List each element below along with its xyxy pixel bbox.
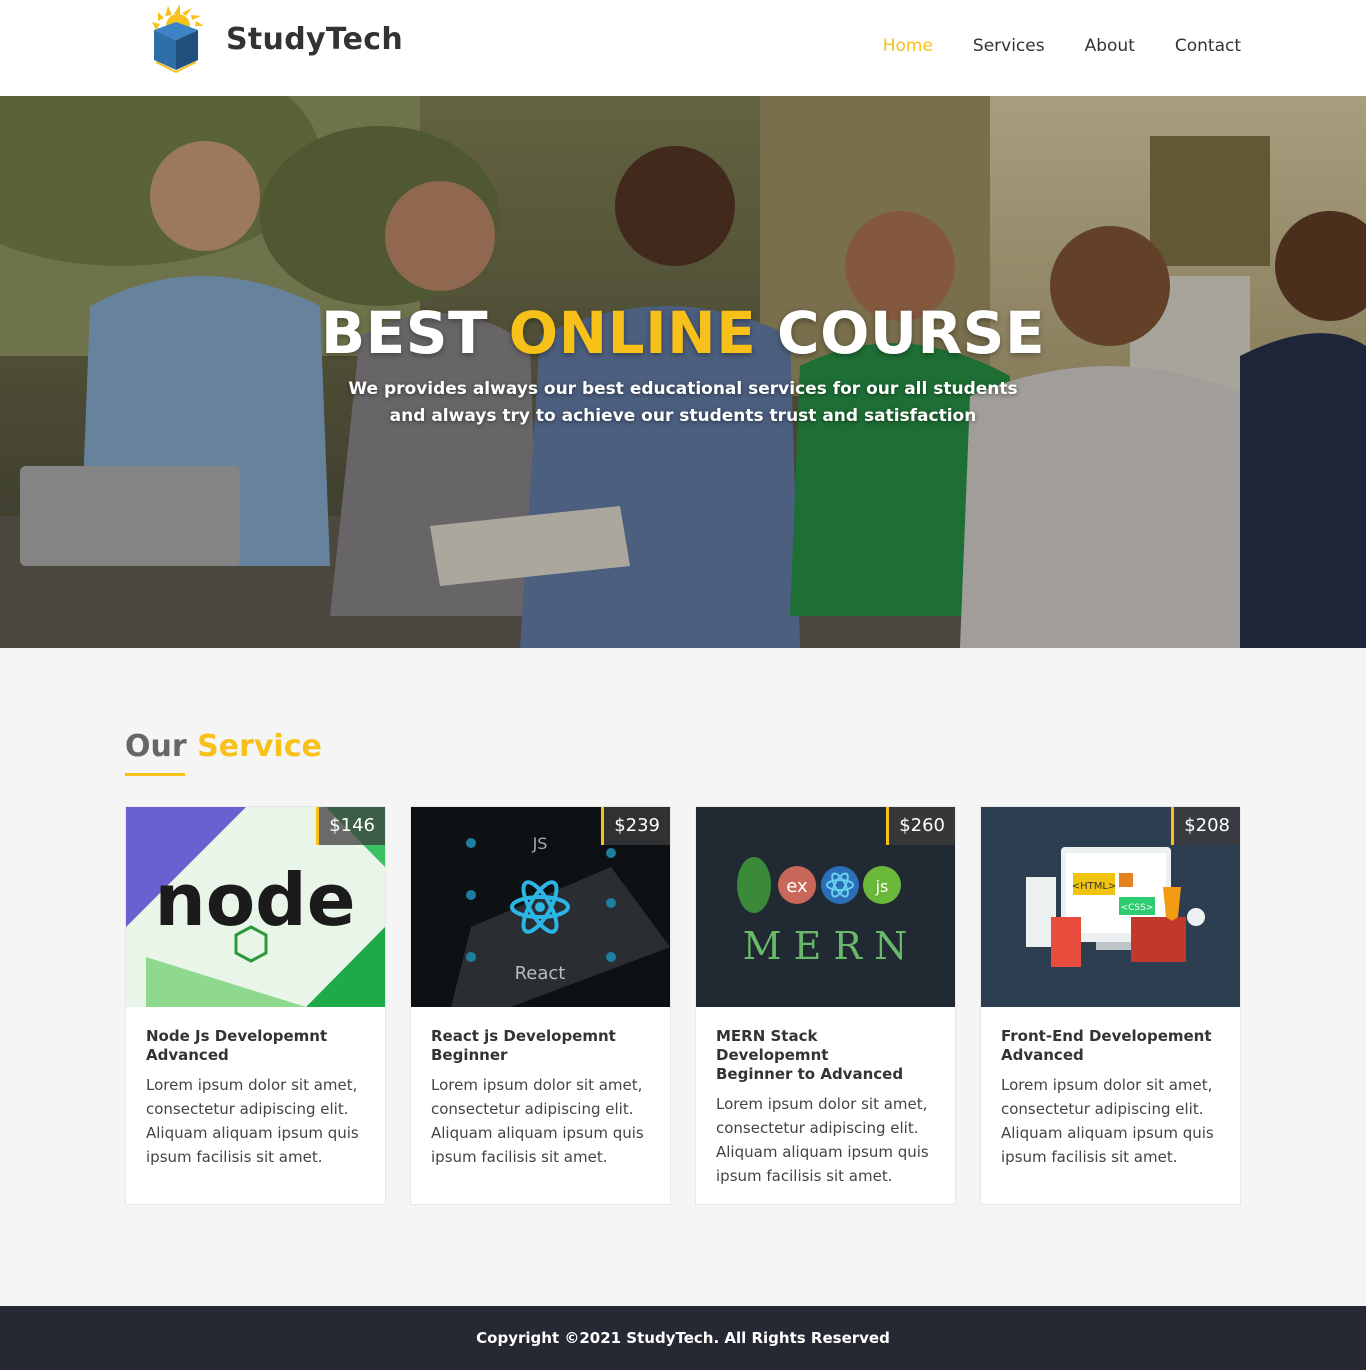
js-label: JS: [532, 834, 548, 853]
hero-title: BEST ONLINE COURSE: [0, 298, 1366, 368]
services-title: Our Service: [125, 729, 322, 764]
card-title-line1: React js Developemnt: [431, 1027, 616, 1045]
card-description: Lorem ipsum dolor sit amet, consectetur …: [1001, 1076, 1214, 1166]
card-title: React js Developemnt Beginner: [431, 1027, 650, 1065]
price-badge: $260: [886, 807, 955, 845]
svg-text:ex: ex: [786, 876, 808, 897]
service-card-nodejs[interactable]: node $146 Node Js Developemnt Advanced L…: [125, 806, 386, 1205]
nav-contact[interactable]: Contact: [1175, 36, 1241, 56]
card-body: Front-End Developement Advanced Lorem ip…: [981, 1007, 1240, 1169]
service-card-react[interactable]: JS React $239 React js Developemnt Begin…: [410, 806, 671, 1205]
hero-subtitle: We provides always our best educational …: [0, 376, 1366, 430]
card-body: React js Developemnt Beginner Lorem ipsu…: [411, 1007, 670, 1169]
price-badge: $239: [601, 807, 670, 845]
hero-text: BEST ONLINE COURSE We provides always ou…: [0, 298, 1366, 430]
card-body: MERN Stack Developemnt Beginner to Advan…: [696, 1007, 955, 1188]
hero-title-part1: BEST: [320, 299, 509, 367]
svg-text:js: js: [875, 877, 889, 896]
hero-subtitle-line1: We provides always our best educational …: [348, 379, 1018, 399]
copyright-text: Copyright ©2021 StudyTech. All Rights Re…: [476, 1329, 890, 1347]
services-title-part1: Our: [125, 729, 198, 764]
title-underline: [125, 773, 185, 776]
nav-home[interactable]: Home: [883, 36, 933, 56]
card-description: Lorem ipsum dolor sit amet, consectetur …: [716, 1095, 929, 1185]
service-card-mern[interactable]: ex js M E R N $260 MERN Stack Developemn…: [695, 806, 956, 1205]
footer: Copyright ©2021 StudyTech. All Rights Re…: [0, 1306, 1366, 1370]
services-title-highlight: Service: [197, 729, 322, 764]
card-title: MERN Stack Developemnt Beginner to Advan…: [716, 1027, 935, 1084]
react-label: React: [515, 963, 566, 984]
card-title: Node Js Developemnt Advanced: [146, 1027, 365, 1065]
brand[interactable]: StudyTech: [146, 4, 403, 74]
card-body: Node Js Developemnt Advanced Lorem ipsum…: [126, 1007, 385, 1169]
service-cards: node $146 Node Js Developemnt Advanced L…: [125, 806, 1241, 1205]
navbar: StudyTech Home Services About Contact: [0, 0, 1366, 96]
card-title: Front-End Developement Advanced: [1001, 1027, 1220, 1065]
html-tag-label: <HTML>: [1072, 881, 1117, 892]
main-nav: Home Services About Contact: [883, 36, 1241, 56]
brand-name: StudyTech: [226, 21, 404, 57]
css-tag-label: <CSS>: [1121, 903, 1154, 913]
price-badge: $146: [316, 807, 385, 845]
card-title-line1: Front-End Developement: [1001, 1027, 1212, 1045]
hero-subtitle-line2: and always try to achieve our students t…: [389, 406, 977, 426]
mern-label: M E R N: [743, 924, 908, 968]
nav-services[interactable]: Services: [973, 36, 1045, 56]
book-sun-logo-icon: [146, 4, 206, 74]
card-title-line1: Node Js Developemnt: [146, 1027, 328, 1045]
hero-title-highlight: ONLINE: [508, 299, 757, 367]
card-description: Lorem ipsum dolor sit amet, consectetur …: [146, 1076, 359, 1166]
service-card-frontend[interactable]: <HTML> <CSS> $208 Front-End Developement…: [980, 806, 1241, 1205]
hero-banner: BEST ONLINE COURSE We provides always ou…: [0, 96, 1366, 648]
price-badge: $208: [1171, 807, 1240, 845]
card-title-line2: Beginner: [431, 1046, 508, 1064]
nav-about[interactable]: About: [1085, 36, 1135, 56]
card-title-line1: MERN Stack Developemnt: [716, 1027, 829, 1064]
card-title-line2: Advanced: [146, 1046, 229, 1064]
card-title-line2: Advanced: [1001, 1046, 1084, 1064]
card-description: Lorem ipsum dolor sit amet, consectetur …: [431, 1076, 644, 1166]
hero-title-part2: COURSE: [756, 299, 1046, 367]
card-title-line2: Beginner to Advanced: [716, 1065, 904, 1083]
